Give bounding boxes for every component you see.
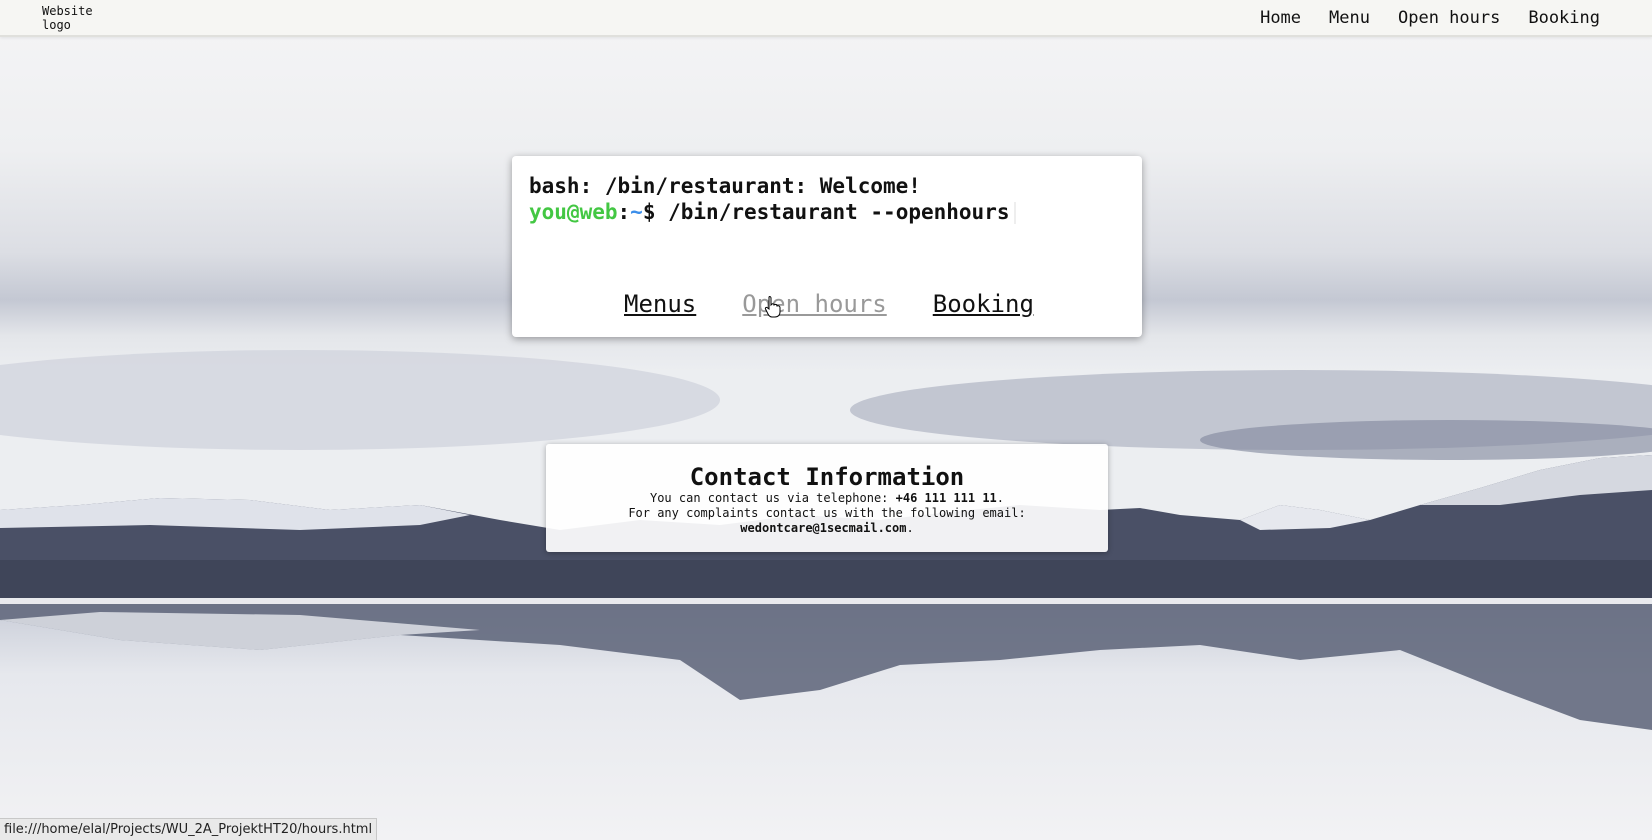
terminal-command: /bin/restaurant --openhours <box>655 200 1010 224</box>
prompt-path: ~ <box>630 200 643 224</box>
background-landscape-image <box>0 0 1652 840</box>
nav-open-hours-link[interactable]: Open hours <box>1398 8 1500 28</box>
terminal-card: bash: /bin/restaurant: Welcome! you@web:… <box>512 156 1142 337</box>
contact-phone-label: You can contact us via telephone: <box>649 491 896 505</box>
contact-phone-number: +46 111 111 11 <box>895 491 997 505</box>
contact-complaints-line: For any complaints contact us with the f… <box>628 506 1026 520</box>
status-bar-url: file:///home/elal/Projects/WU_2A_Projekt… <box>0 818 378 840</box>
contact-email-line: wedontcare@1secmail.com. <box>546 521 1108 536</box>
terminal-prompt-line: you@web:~$ /bin/restaurant --openhours <box>529 200 1016 224</box>
contact-info-card: Contact Information You can contact us v… <box>546 444 1108 552</box>
terminal-links: Menus Open hours Booking <box>624 290 1034 318</box>
top-navbar: Website logo Home Menu Open hours Bookin… <box>0 0 1652 37</box>
website-logo[interactable]: Website logo <box>42 4 102 32</box>
contact-email: wedontcare@1secmail.com <box>740 521 907 535</box>
prompt-user: you@web <box>529 200 618 224</box>
terminal-welcome-line: bash: /bin/restaurant: Welcome! <box>529 174 921 198</box>
contact-email-period: . <box>906 521 914 535</box>
booking-link[interactable]: Booking <box>933 290 1034 318</box>
contact-period: . <box>996 491 1005 505</box>
nav-booking-link[interactable]: Booking <box>1528 8 1600 28</box>
hand-pointer-icon <box>764 296 781 318</box>
nav-links: Home Menu Open hours Booking <box>1260 8 1600 28</box>
nav-menu-link[interactable]: Menu <box>1329 8 1370 28</box>
menus-link[interactable]: Menus <box>624 290 696 318</box>
prompt-symbol: $ <box>642 200 656 224</box>
nav-home-link[interactable]: Home <box>1260 8 1301 28</box>
prompt-colon: : <box>617 200 631 224</box>
contact-phone-line: You can contact us via telephone: +46 11… <box>546 491 1108 506</box>
text-cursor <box>1013 202 1016 224</box>
contact-title: Contact Information <box>689 463 965 491</box>
